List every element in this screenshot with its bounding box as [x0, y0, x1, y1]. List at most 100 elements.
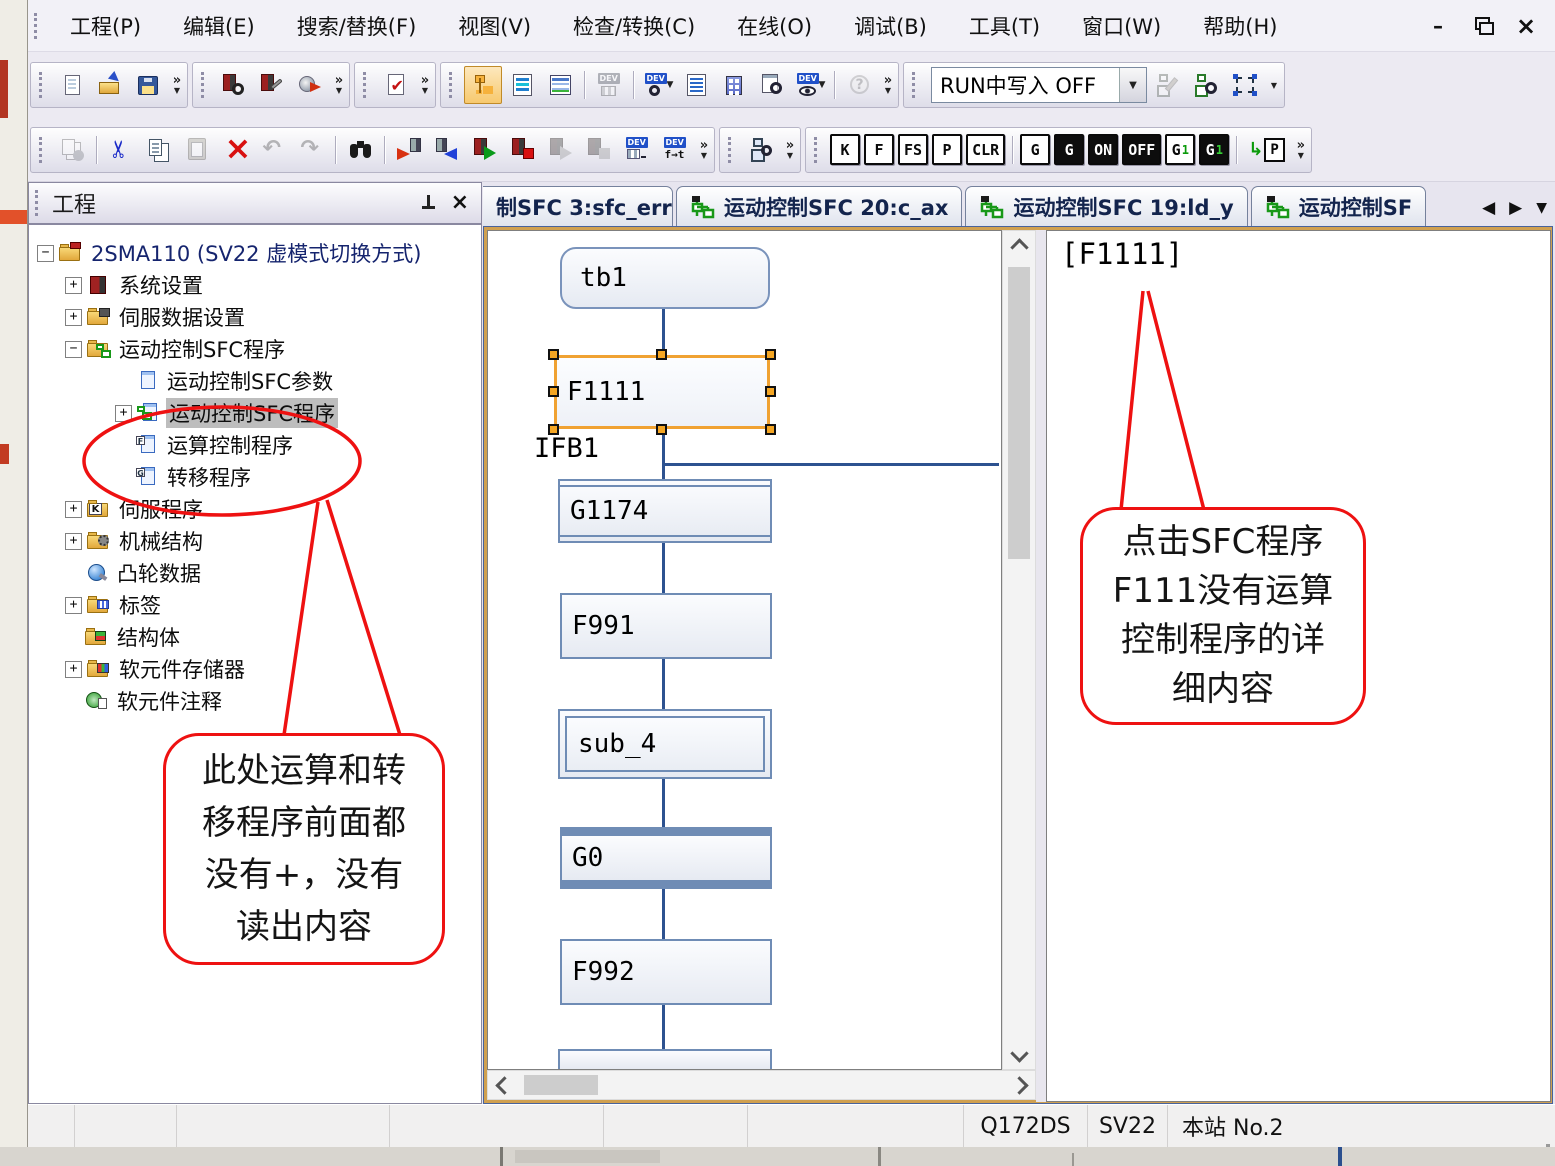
monitor-resume-button[interactable]	[581, 132, 617, 168]
expander-plus-icon[interactable]: +	[65, 597, 82, 614]
menu-item-7[interactable]: 调试(B)	[833, 3, 948, 49]
tree-item-4[interactable]: −运动控制SFC程序	[29, 333, 481, 365]
expander-minus-icon[interactable]: −	[37, 245, 54, 262]
sfc-select-button[interactable]	[1227, 67, 1263, 103]
program-view-button[interactable]	[504, 67, 540, 103]
toolbar-overflow-button[interactable]: ▼	[1266, 81, 1282, 90]
tab-scroll-right-button[interactable]: ▶	[1509, 198, 1522, 218]
cut-button[interactable]	[103, 132, 139, 168]
toolbar-overflow-button[interactable]: »▼	[1293, 140, 1309, 160]
tab-scroll-left-button[interactable]: ◀	[1482, 198, 1495, 218]
menu-item-10[interactable]: 帮助(H)	[1182, 3, 1298, 49]
vertical-scrollbar[interactable]	[1002, 230, 1036, 1070]
symbol-on-button[interactable]: ON	[1088, 134, 1118, 165]
sfc-subroutine-sub4[interactable]: sub_4	[558, 709, 772, 779]
program-list-button[interactable]	[678, 67, 714, 103]
parameter-view-button[interactable]	[542, 67, 578, 103]
expander-plus-icon[interactable]: +	[65, 277, 82, 294]
program-search-button[interactable]	[754, 67, 790, 103]
menu-item-5[interactable]: 检查/转换(C)	[552, 3, 716, 49]
paste-button[interactable]	[179, 132, 215, 168]
pin-icon[interactable]	[421, 194, 435, 212]
symbol-g1-outline-button[interactable]: G1	[1165, 134, 1195, 165]
expander-minus-icon[interactable]: −	[65, 341, 82, 358]
toolbar-grip[interactable]	[39, 72, 48, 98]
toolbar-grip[interactable]	[363, 72, 372, 98]
toolbar-overflow-button[interactable]: »▼	[169, 75, 185, 95]
selection-handle[interactable]	[656, 349, 667, 360]
tab-2[interactable]: 运动控制SFC 20:c_ax	[676, 186, 962, 226]
tree-item-12[interactable]: +标签	[29, 589, 481, 621]
symbol-clr-button[interactable]: CLR	[966, 134, 1005, 165]
toolbar-overflow-button[interactable]: »▼	[880, 75, 896, 95]
panel-grip[interactable]	[35, 190, 44, 216]
project-structure-button[interactable]	[716, 67, 752, 103]
sfc-diagram-canvas[interactable]: tb1 F1111 IFB1 G1174 F991 sub_4 G0	[487, 230, 1002, 1070]
sfc-step-f1111-selected[interactable]: F1111	[554, 355, 770, 429]
close-button[interactable]: ×	[1511, 13, 1541, 39]
expander-plus-icon[interactable]: +	[65, 533, 82, 550]
combo-dropdown-button[interactable]: ▼	[1119, 68, 1146, 102]
read-from-plc-button[interactable]	[429, 132, 465, 168]
expander-plus-icon[interactable]: +	[115, 405, 132, 422]
selection-handle[interactable]	[765, 386, 776, 397]
symbol-g-outline-button[interactable]: G	[1020, 134, 1050, 165]
symbol-jump-p-button[interactable]: ↳P	[1244, 134, 1289, 165]
selection-handle[interactable]	[765, 424, 776, 435]
menu-item-6[interactable]: 在线(O)	[716, 3, 833, 49]
toolbar-overflow-button[interactable]: »▼	[331, 75, 347, 95]
copy-button[interactable]	[141, 132, 177, 168]
tree-item-9[interactable]: +K伺服程序	[29, 493, 481, 525]
tree-item-11[interactable]: 凸轮数据	[29, 557, 481, 589]
toolbar-overflow-button[interactable]: »▼	[696, 140, 712, 160]
menu-item-3[interactable]: 搜索/替换(F)	[276, 3, 438, 49]
scroll-right-button[interactable]	[1003, 1071, 1035, 1099]
tree-item-2[interactable]: +系统设置	[29, 269, 481, 301]
toolbar-grip[interactable]	[39, 137, 48, 163]
menu-item-4[interactable]: 视图(V)	[437, 3, 552, 49]
new-project-button[interactable]	[54, 67, 90, 103]
paste-special-button[interactable]	[54, 132, 90, 168]
selection-handle[interactable]	[765, 349, 776, 360]
menu-item-9[interactable]: 窗口(W)	[1061, 3, 1182, 49]
run-mode-combobox[interactable]: RUN中写入 OFF▼	[931, 67, 1147, 103]
menu-item-2[interactable]: 编辑(E)	[162, 3, 276, 49]
vertical-scroll-thumb[interactable]	[1008, 267, 1030, 559]
tree-item-10[interactable]: +机械结构	[29, 525, 481, 557]
device-monitor-button[interactable]: ▼	[792, 67, 828, 103]
symbol-p-button[interactable]: P	[932, 134, 962, 165]
scroll-up-button[interactable]	[1003, 231, 1035, 263]
toolbar-grip[interactable]	[449, 72, 458, 98]
write-to-cpu-button[interactable]	[292, 67, 328, 103]
find-button[interactable]	[342, 132, 378, 168]
scroll-down-button[interactable]	[1003, 1037, 1035, 1069]
restore-button[interactable]	[1467, 13, 1497, 39]
symbol-g-solid-button[interactable]: G	[1054, 134, 1084, 165]
symbol-g1-solid-button[interactable]: G1	[1199, 134, 1229, 165]
sfc-step-partial[interactable]	[558, 1049, 772, 1069]
help-button[interactable]	[841, 67, 877, 103]
selection-handle[interactable]	[548, 386, 559, 397]
symbol-off-button[interactable]: OFF	[1122, 134, 1161, 165]
delete-button[interactable]	[217, 132, 253, 168]
symbol-k-button[interactable]: K	[830, 134, 860, 165]
sfc-transition-g1174[interactable]: G1174	[558, 479, 772, 543]
sfc-diagram-view-button[interactable]	[464, 66, 502, 104]
expander-plus-icon[interactable]: +	[65, 309, 82, 326]
selection-handle[interactable]	[548, 349, 559, 360]
redo-button[interactable]	[293, 132, 329, 168]
open-project-button[interactable]	[92, 67, 128, 103]
toolbar-overflow-button[interactable]: »▼	[417, 75, 433, 95]
tree-item-5[interactable]: 运动控制SFC参数	[29, 365, 481, 397]
tab-3[interactable]: 运动控制SFC 19:ld_y	[965, 186, 1247, 226]
tree-item-3[interactable]: +伺服数据设置	[29, 301, 481, 333]
symbol-fs-button[interactable]: FS	[898, 134, 928, 165]
tree-item-7[interactable]: F运算控制程序	[29, 429, 481, 461]
monitor-pause-button[interactable]	[543, 132, 579, 168]
sfc-search-button[interactable]	[1189, 67, 1225, 103]
expander-plus-icon[interactable]: +	[65, 661, 82, 678]
tree-item-14[interactable]: +软元件存储器	[29, 653, 481, 685]
menu-item-1[interactable]: 工程(P)	[49, 3, 162, 49]
monitor-stop-button[interactable]	[505, 132, 541, 168]
menu-item-8[interactable]: 工具(T)	[948, 3, 1061, 49]
